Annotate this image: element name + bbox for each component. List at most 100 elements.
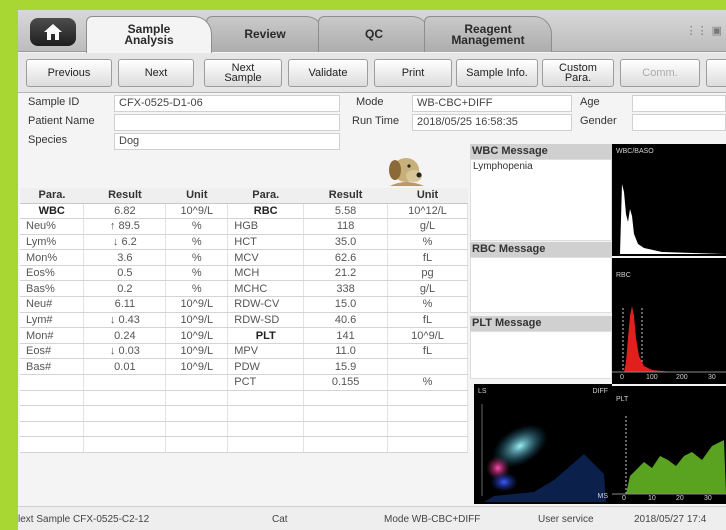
table-cell: ↓ 0.43 [83, 312, 167, 329]
sample-id-field[interactable]: CFX-0525-D1-06 [114, 95, 340, 112]
col-header: Result [83, 188, 166, 204]
table-row[interactable]: Lym% ↓ 6.2% HCT 35.0% [20, 234, 468, 251]
table-row[interactable]: PCT 0.155% [20, 374, 468, 391]
table-cell: 0.5 [83, 265, 167, 282]
table-cell: 6.11 [83, 296, 167, 313]
window-icon[interactable]: ▣ [712, 24, 722, 37]
dog-icon [389, 158, 424, 186]
table-cell: 6.82 [83, 203, 167, 220]
rbc-tick: 30 [708, 374, 716, 381]
species-field[interactable]: Dog [114, 133, 340, 150]
table-cell: 10^9/L [165, 327, 229, 344]
table-cell: fL [387, 249, 468, 266]
table-cell [20, 390, 85, 407]
table-row[interactable]: Eos# ↓ 0.03 10^9/L MPV 11.0 fL [20, 343, 468, 360]
table-cell: RBC [227, 203, 305, 220]
table-cell: 3.6 [83, 249, 167, 266]
table-cell: g/L [387, 280, 468, 298]
home-icon [44, 24, 62, 40]
table-cell: 35.0 [303, 234, 389, 251]
table-row[interactable]: Eos% 0.5% MCH 21.2 pg [20, 265, 468, 282]
run-time-field: 2018/05/25 16:58:35 [412, 114, 572, 131]
table-cell: fL [387, 312, 468, 329]
diff-plot-label: DIFF [592, 388, 608, 395]
table-cell: % [165, 218, 229, 235]
col-header: Unit [387, 188, 468, 204]
rbc-histogram: RBC 0 100 200 30 [612, 258, 726, 384]
table-row[interactable] [20, 405, 468, 422]
sample-id-label: Sample ID [28, 96, 80, 108]
wbc-baso-plot-label: WBC/BASO [616, 148, 654, 155]
wbc-baso-histogram: WBC/BASO [612, 144, 726, 256]
table-cell: Lym# [20, 312, 85, 329]
table-cell: fL [387, 343, 468, 360]
wbc-message-box: Lymphopenia [470, 159, 612, 241]
tab-qc[interactable]: QC [318, 16, 430, 52]
species-label: Species [28, 134, 68, 146]
table-cell [165, 405, 229, 422]
status-datetime: 2018/05/27 17:4 [634, 514, 707, 525]
next-sample-button[interactable]: Next Sample [204, 59, 282, 87]
validate-button[interactable]: Validate [288, 59, 368, 87]
table-row[interactable]: Bas% 0.2% MCHC 338 g/L [20, 280, 468, 298]
table-cell [303, 405, 389, 422]
status-species: Cat [272, 514, 288, 525]
comm-button[interactable]: Comm. [620, 59, 700, 87]
mode-label: Mode [356, 96, 384, 108]
tab-sample-analysis[interactable]: Sample Analysis [86, 16, 212, 53]
table-row[interactable]: Bas# 0.01 10^9/L PDW 15.9 [20, 358, 468, 376]
table-cell: Mon% [20, 249, 85, 266]
table-cell [387, 390, 468, 407]
table-cell: 10^9/L [165, 312, 229, 329]
table-cell: PDW [227, 358, 305, 376]
table-cell: % [387, 374, 468, 391]
home-button[interactable] [30, 18, 76, 46]
gender-field[interactable] [632, 114, 726, 131]
col-header: Unit [165, 188, 228, 204]
next-button[interactable]: Next [118, 59, 194, 87]
table-cell: WBC [20, 203, 85, 220]
more-button[interactable] [706, 59, 726, 87]
table-cell [20, 405, 85, 422]
grid-icon[interactable]: ⋮⋮ [686, 24, 708, 37]
wbc-message-text: Lymphopenia [473, 161, 533, 172]
sample-info-button[interactable]: Sample Info. [456, 59, 538, 87]
table-cell: pg [387, 265, 468, 282]
table-cell: 62.6 [303, 249, 389, 266]
col-header: Result [303, 188, 388, 204]
age-field[interactable] [632, 95, 726, 112]
table-cell: 10^9/L [387, 327, 468, 344]
plt-message-box [470, 331, 612, 379]
plt-curve [612, 416, 726, 495]
table-cell [20, 374, 85, 391]
previous-button[interactable]: Previous [26, 59, 112, 87]
window-controls: ⋮⋮ ▣ [686, 24, 722, 37]
table-row[interactable]: WBC 6.82 10^9/L RBC 5.58 10^12/L [20, 203, 468, 220]
table-cell: 21.2 [303, 265, 389, 282]
patient-name-field[interactable] [114, 114, 340, 131]
table-row[interactable]: Lym# ↓ 0.43 10^9/L RDW-SD 40.6 fL [20, 312, 468, 329]
tab-reagent-management[interactable]: Reagent Management [424, 16, 552, 52]
table-row[interactable] [20, 421, 468, 438]
table-row[interactable]: Neu% ↑ 89.5% HGB 118 g/L [20, 218, 468, 235]
table-row[interactable] [20, 436, 468, 453]
tab-review[interactable]: Review [206, 16, 324, 52]
table-cell [227, 436, 305, 453]
table-row[interactable]: Neu# 6.11 10^9/L RDW-CV 15.0% [20, 296, 468, 313]
table-row[interactable] [20, 390, 468, 407]
table-row[interactable]: Mon% 3.6% MCV 62.6 fL [20, 249, 468, 266]
table-cell [165, 374, 229, 391]
table-cell: Mon# [20, 327, 85, 344]
gender-label: Gender [580, 115, 617, 127]
analyzer-screen: Sample Analysis Review QC Reagent Manage… [18, 10, 726, 530]
table-cell: % [165, 234, 229, 251]
table-cell: 15.9 [303, 358, 389, 376]
print-button[interactable]: Print [374, 59, 452, 87]
table-cell: % [387, 234, 468, 251]
table-cell [387, 358, 468, 376]
table-cell: g/L [387, 218, 468, 235]
table-row[interactable]: Mon# 0.24 10^9/L PLT 141 10^9/L [20, 327, 468, 344]
table-cell [303, 421, 389, 438]
plt-histogram: PLT 0 10 20 30 [612, 386, 726, 504]
custom-para-button[interactable]: Custom Para. [542, 59, 614, 87]
